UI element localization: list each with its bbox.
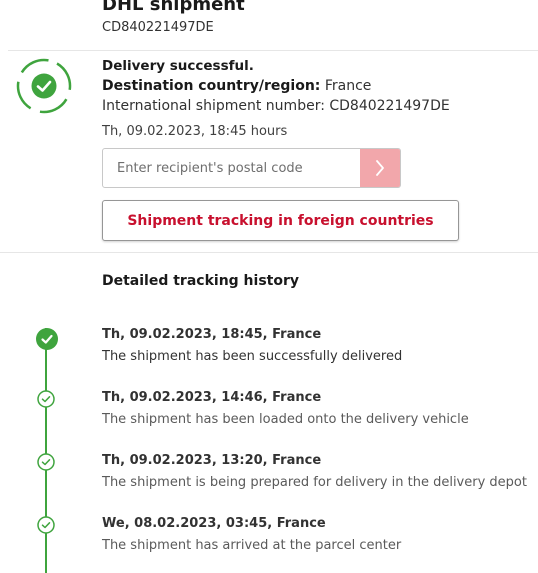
timeline-line: [45, 328, 47, 573]
check-outline-icon: [37, 516, 55, 534]
tracking-history-heading: Detailed tracking history: [102, 273, 299, 289]
check-outline-icon: [37, 453, 55, 471]
event-date: Th, 09.02.2023, 14:46, France: [102, 390, 322, 405]
divider: [8, 50, 538, 51]
delivery-status: Delivery successful. Destination country…: [102, 57, 450, 142]
international-shipment-number: International shipment number: CD8402214…: [102, 98, 450, 114]
postal-code-form: [102, 148, 401, 188]
event-description: The shipment has been successfully deliv…: [102, 349, 403, 364]
postal-submit-button[interactable]: [360, 149, 400, 187]
status-datetime: Th, 09.02.2023, 18:45 hours: [102, 124, 288, 139]
tracking-event: Th, 09.02.2023, 14:46, France The shipme…: [102, 389, 469, 429]
destination-country: Destination country/region: France: [102, 76, 450, 96]
event-date: We, 08.02.2023, 03:45, France: [102, 516, 326, 531]
event-description: The shipment has arrived at the parcel c…: [102, 538, 402, 553]
postal-code-input[interactable]: [103, 149, 362, 187]
event-date: Th, 09.02.2023, 13:20, France: [102, 453, 322, 468]
divider: [0, 252, 538, 253]
shipment-number: CD840221497DE: [102, 20, 214, 35]
check-circle-icon: [16, 58, 72, 114]
event-date: Th, 09.02.2023, 18:45, France: [102, 327, 322, 342]
event-description: The shipment is being prepared for deliv…: [102, 475, 527, 490]
shipment-title: DHL shipment: [102, 0, 245, 15]
chevron-right-icon: [376, 160, 384, 176]
shipment-tracking-page: DHL shipment CD840221497DE Delivery succ…: [0, 0, 538, 573]
foreign-tracking-button[interactable]: Shipment tracking in foreign countries: [102, 200, 459, 241]
tracking-event: Th, 09.02.2023, 18:45, France The shipme…: [102, 326, 402, 366]
check-filled-icon: [36, 328, 58, 350]
destination-country-label: Destination country/region:: [102, 78, 321, 94]
event-description: The shipment has been loaded onto the de…: [102, 412, 469, 427]
tracking-event: Th, 09.02.2023, 13:20, France The shipme…: [102, 452, 527, 492]
check-outline-icon: [37, 390, 55, 408]
tracking-event: We, 08.02.2023, 03:45, France The shipme…: [102, 515, 401, 555]
status-headline: Delivery successful.: [102, 58, 254, 74]
destination-country-value: France: [324, 78, 372, 94]
